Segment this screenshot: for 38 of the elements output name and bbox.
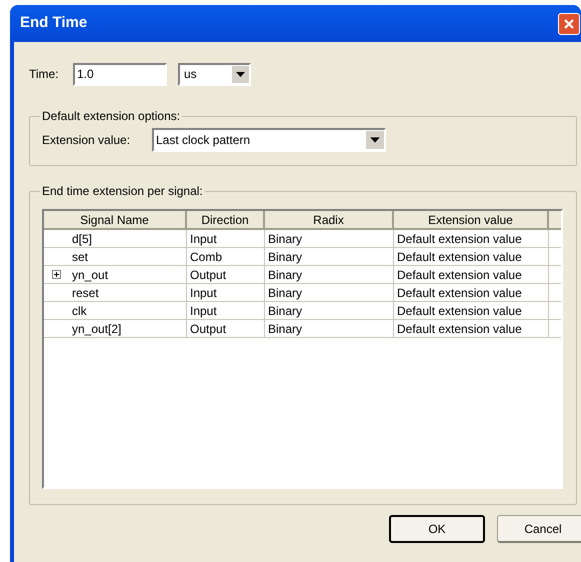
table-cell: Default extension value — [394, 230, 549, 247]
column-header[interactable]: Direction — [187, 211, 265, 230]
table-cell: Binary — [265, 248, 394, 265]
unit-dropdown[interactable]: us — [178, 62, 251, 86]
table-cell: Default extension value — [394, 302, 549, 319]
table-cell: Binary — [265, 302, 394, 319]
table-cell: Comb — [187, 248, 265, 265]
table-cell: Binary — [265, 320, 394, 337]
table-cell-text: set — [72, 248, 88, 266]
table-cell-text: clk — [72, 302, 87, 320]
table-cell: Default extension value — [394, 284, 549, 301]
column-header[interactable]: Radix — [265, 211, 394, 230]
column-header[interactable]: Signal Name — [44, 211, 187, 230]
table-cell-text: reset — [72, 284, 99, 302]
expand-icon[interactable] — [52, 270, 61, 279]
table-cell-text: d[5] — [72, 230, 92, 248]
table-cell: Input — [187, 230, 265, 247]
table-cell: Input — [187, 302, 265, 319]
table-cell: Input — [187, 284, 265, 301]
table-cell: Output — [187, 266, 265, 283]
table-cell-text: yn_out — [72, 266, 108, 284]
extension-value-label: Extension value: — [42, 132, 132, 149]
table-cell-text: yn_out[2] — [72, 320, 122, 338]
window-title: End Time — [20, 13, 88, 34]
extension-dropdown[interactable]: Last clock pattern — [152, 128, 386, 152]
table-cell: Binary — [265, 284, 394, 301]
time-field[interactable]: 1.0 — [73, 62, 167, 86]
table-cell: Default extension value — [394, 248, 549, 265]
close-icon[interactable] — [558, 12, 580, 34]
table-cell: Binary — [265, 230, 394, 247]
cancel-button[interactable]: Cancel — [497, 515, 581, 543]
table-cell: Output — [187, 320, 265, 337]
column-header[interactable]: Extension value — [394, 211, 549, 230]
ok-button[interactable]: OK — [389, 515, 485, 543]
table-cell: Binary — [265, 266, 394, 283]
table-cell: Default extension value — [394, 266, 549, 283]
table-cell: Default extension value — [394, 320, 549, 337]
time-label: Time: — [29, 66, 60, 83]
